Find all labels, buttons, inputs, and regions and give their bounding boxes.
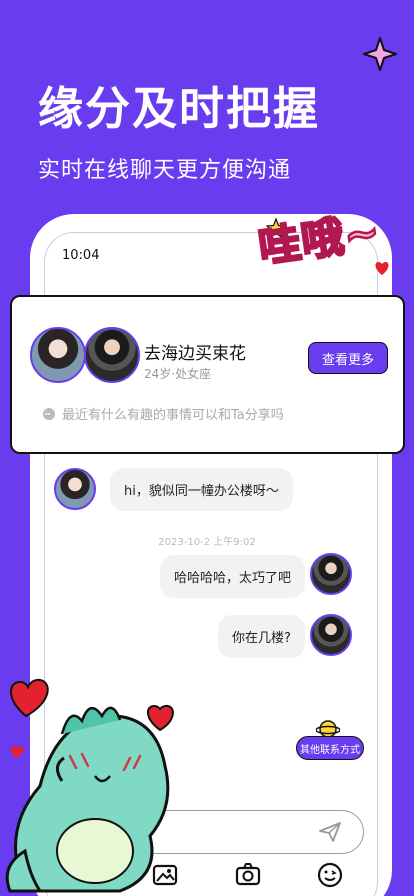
heart-icon [375,262,389,275]
status-time: 10:04 [62,248,100,263]
chat-bubble-icon [43,407,55,420]
chat-avatar-female[interactable] [54,468,96,510]
avatar-female[interactable] [30,327,86,383]
chat-avatar-male[interactable] [310,614,352,656]
promo-headline: 缘分及时把握 [38,82,321,135]
other-contact-button[interactable]: 其他联系方式 [296,736,364,760]
message-bubble: 你在几楼? [218,615,305,658]
promo-subline: 实时在线聊天更方便沟通 [38,158,292,183]
profile-card[interactable]: 去海边买束花 24岁·处女座 查看更多 最近有什么有趣的事情可以和Ta分享吗 [10,295,405,454]
hearts-decoration-icon [10,678,174,758]
message-bubble: 哈哈哈哈，太巧了吧 [160,555,306,598]
camera-icon[interactable] [234,860,262,888]
message-bubble: hi，貌似同一幢办公楼呀～ [110,468,293,511]
latest-message: 最近有什么有趣的事情可以和Ta分享吗 [42,404,284,423]
view-more-button[interactable]: 查看更多 [308,342,388,374]
avatar-male[interactable] [84,327,140,383]
latest-message-text: 最近有什么有趣的事情可以和Ta分享吗 [62,408,284,423]
chat-timestamp: 2023-10-2 上午9:02 [158,537,256,548]
chat-avatar-male[interactable] [310,553,352,595]
emoji-icon[interactable] [316,860,344,888]
profile-meta: 24岁·处女座 [144,367,212,381]
sparkle-icon [363,37,397,71]
profile-name: 去海边买束花 [144,344,246,364]
send-icon[interactable] [318,820,342,844]
